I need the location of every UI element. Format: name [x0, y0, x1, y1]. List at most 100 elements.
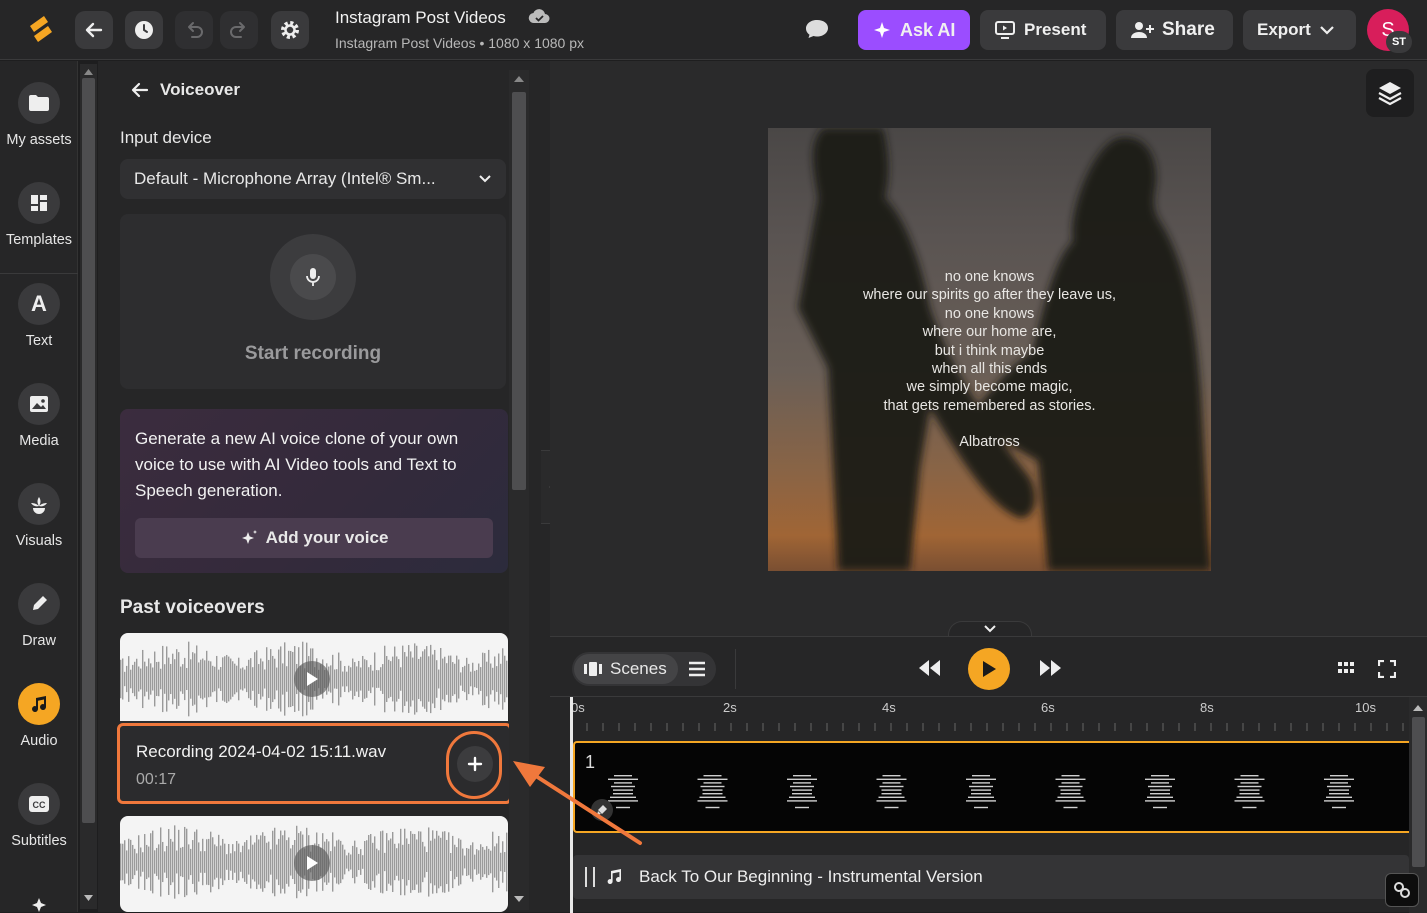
thumb-text-line: [793, 782, 811, 784]
waveform-bar: [236, 841, 238, 883]
waveform-bar: [252, 667, 254, 691]
waveform-bar: [148, 658, 150, 700]
play-voiceover-button[interactable]: [294, 845, 330, 881]
play-voiceover-button[interactable]: [294, 661, 330, 697]
audio-track[interactable]: Back To Our Beginning - Instrumental Ver…: [573, 855, 1409, 899]
waveform-bar: [438, 669, 440, 689]
panel-scroll-thumb[interactable]: [512, 92, 526, 490]
waveform-bar: [238, 657, 240, 701]
thumb-text-line: [1063, 806, 1078, 809]
waveform-bar: [370, 664, 372, 694]
redo-button[interactable]: [220, 11, 258, 49]
poem-text[interactable]: no one knows where our spirits go after …: [768, 268, 1211, 452]
link-button[interactable]: [1385, 873, 1419, 907]
scene-clip[interactable]: 1: [573, 741, 1409, 833]
thumb-text-line: [972, 782, 990, 784]
play-button[interactable]: [968, 648, 1010, 690]
waveform-bar: [216, 846, 218, 878]
waveform-bar: [140, 668, 142, 690]
more-sparkle-icon[interactable]: [28, 890, 50, 912]
thumb-text-line: [881, 789, 902, 791]
scenes-view-button[interactable]: Scenes: [574, 654, 678, 684]
waveform-bar: [476, 849, 478, 875]
rewind-button[interactable]: [918, 659, 942, 677]
back-button[interactable]: [75, 11, 113, 49]
ask-ai-button[interactable]: Ask AI: [858, 10, 970, 50]
thumb-text-line: [1153, 806, 1167, 809]
undo-button[interactable]: [175, 11, 213, 49]
toggle-timeline-button[interactable]: [948, 621, 1032, 637]
recording-item-highlight[interactable]: Recording 2024-04-02 15:11.wav 00:17: [117, 723, 512, 804]
history-button[interactable]: [125, 11, 163, 49]
thumb-text-line: [705, 806, 720, 809]
rail-item-templates[interactable]: Templates: [0, 182, 78, 248]
waveform-bar: [374, 652, 376, 706]
rail-item-my-assets[interactable]: My assets: [0, 82, 78, 148]
grid-view-button[interactable]: [1338, 661, 1354, 675]
ask-ai-label: Ask AI: [900, 19, 956, 40]
waveform-bar: [478, 663, 480, 695]
rail-item-audio[interactable]: Audio: [0, 683, 78, 749]
tick-label: 8s: [1200, 700, 1214, 715]
poem-line: where our spirits go after they leave us…: [862, 287, 1117, 304]
waveform-bar: [168, 829, 170, 895]
waveform-bar: [394, 646, 396, 712]
waveform-bar: [192, 840, 194, 884]
list-view-button[interactable]: [688, 661, 706, 677]
waveform-bar: [436, 660, 438, 698]
add-to-project-button[interactable]: [457, 746, 493, 782]
redo-icon: [230, 22, 245, 38]
add-your-voice-button[interactable]: Add your voice: [135, 518, 493, 558]
logo-icon[interactable]: [26, 14, 56, 46]
start-recording-button[interactable]: [270, 234, 356, 320]
waveform-bar: [282, 663, 284, 695]
arrow-left-icon: [131, 82, 149, 98]
present-button[interactable]: Present: [980, 10, 1106, 50]
waveform-bar: [286, 840, 288, 884]
waveform-bar: [384, 852, 386, 872]
fullscreen-button[interactable]: [1378, 660, 1396, 678]
waveform-bar: [492, 667, 494, 691]
document-title[interactable]: Instagram Post Videos: [335, 8, 506, 28]
fast-forward-button[interactable]: [1038, 659, 1062, 677]
waveform-bar: [226, 654, 228, 704]
timeline-scroll-thumb[interactable]: [1412, 717, 1425, 867]
track-drag-handle[interactable]: [585, 867, 595, 887]
waveform-bar: [422, 651, 424, 707]
time-ruler[interactable]: 0s 2s 4s 6s 8s 10s: [571, 697, 1409, 731]
ai-voice-description: Generate a new AI voice clone of your ow…: [135, 429, 459, 500]
voiceover-item[interactable]: [120, 816, 508, 912]
settings-button[interactable]: [271, 11, 309, 49]
rail-item-visuals[interactable]: Visuals: [0, 483, 78, 549]
canvas-slide[interactable]: no one knows where our spirits go after …: [768, 128, 1211, 571]
waveform-bar: [212, 665, 214, 693]
rail-item-media[interactable]: Media: [0, 383, 78, 449]
share-button[interactable]: Share: [1116, 10, 1233, 50]
waveform-bar: [430, 644, 432, 714]
layers-button[interactable]: [1366, 69, 1414, 117]
rail-scroll-thumb[interactable]: [82, 78, 95, 823]
input-device-select[interactable]: Default - Microphone Array (Intel® Sm...: [120, 159, 506, 199]
waveform-bar: [334, 669, 336, 689]
waveform-bar: [454, 844, 456, 880]
rail-scrollbar[interactable]: [80, 64, 97, 909]
rail-item-draw[interactable]: Draw: [0, 583, 78, 649]
rail-item-subtitles[interactable]: CC Subtitles: [0, 783, 78, 849]
waveform-bar: [474, 854, 476, 870]
waveform-bar: [378, 850, 380, 874]
waveform-bar: [176, 649, 178, 709]
waveform-bar: [360, 849, 362, 875]
rail-label: My assets: [6, 132, 72, 148]
waveform-bar: [340, 840, 342, 884]
cc-icon: CC: [18, 783, 60, 825]
export-button[interactable]: Export: [1243, 10, 1356, 50]
scroll-down-icon: [514, 896, 524, 902]
waveform-bar: [380, 667, 382, 691]
panel-back-button[interactable]: [130, 80, 150, 100]
scroll-down-icon: [84, 895, 93, 901]
waveform-bar: [424, 846, 426, 878]
rail-label: Text: [25, 333, 53, 349]
start-recording-label: Start recording: [244, 343, 382, 364]
comments-icon[interactable]: [804, 18, 830, 40]
rail-item-text[interactable]: A Text: [0, 283, 78, 349]
